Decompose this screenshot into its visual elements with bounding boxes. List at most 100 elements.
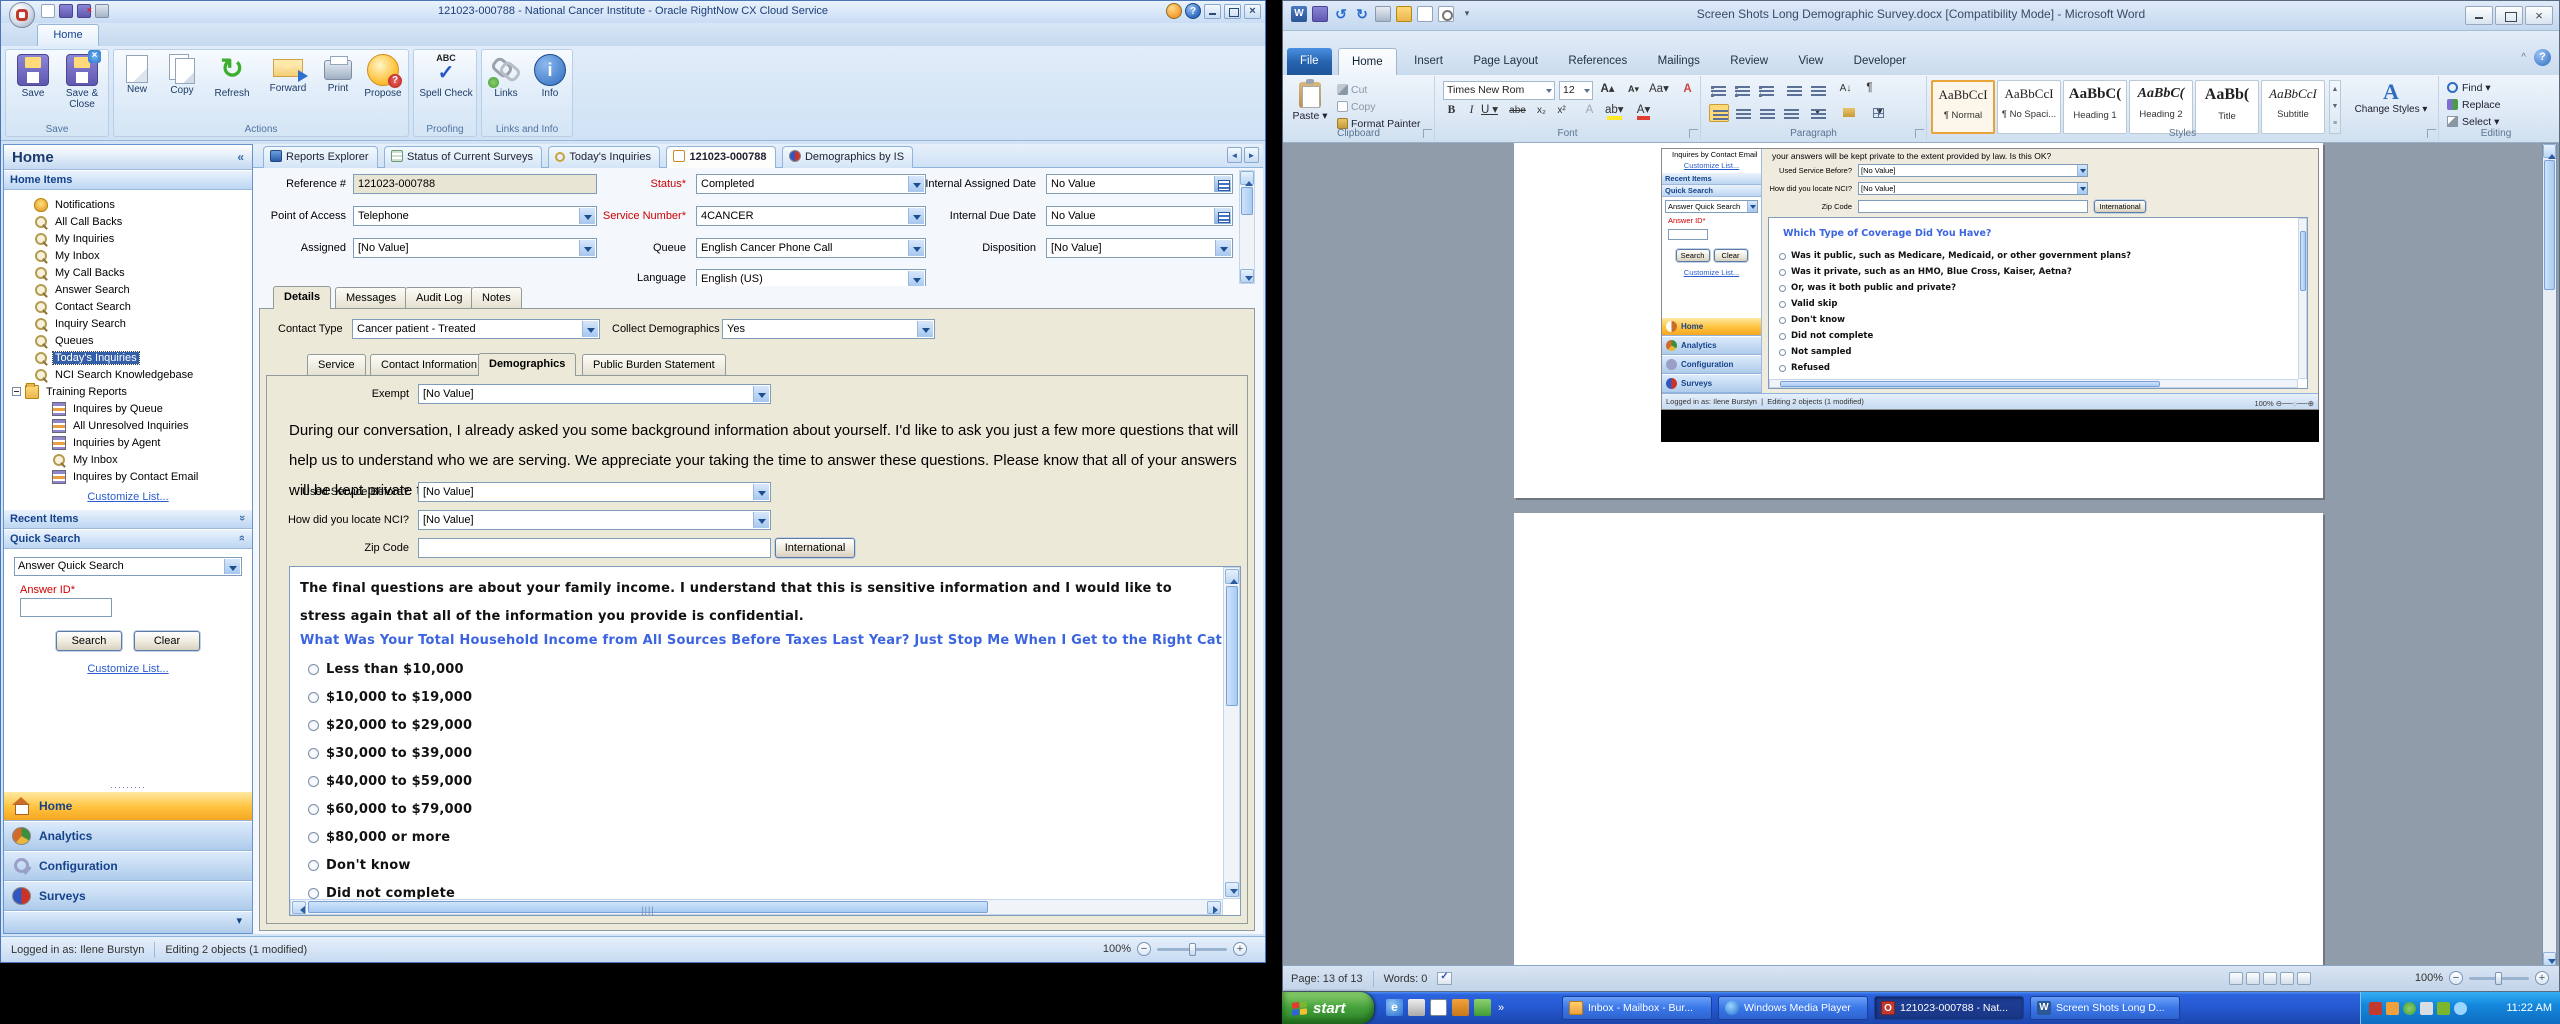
strikethrough-button[interactable]: abe bbox=[1509, 102, 1526, 120]
sidebar-item-contact-search[interactable]: Contact Search bbox=[4, 298, 252, 315]
minimize-button[interactable] bbox=[2465, 6, 2493, 25]
internal-assigned-date-field[interactable]: No Value bbox=[1046, 174, 1233, 194]
save-icon[interactable] bbox=[59, 4, 73, 18]
collapse-ribbon-icon[interactable]: ^ bbox=[2521, 52, 2526, 63]
sidebar-item-inquiries-by-agent[interactable]: Inquiries by Agent bbox=[4, 434, 252, 451]
links-button[interactable]: Links bbox=[484, 53, 528, 99]
zoom-out-button[interactable]: − bbox=[2449, 971, 2463, 985]
taskbar-button-inbox[interactable]: Inbox - Mailbox - Bur... bbox=[1562, 996, 1712, 1020]
close-button[interactable] bbox=[2525, 6, 2553, 25]
font-size-select[interactable]: 12 bbox=[1559, 81, 1593, 100]
chevron-down-icon[interactable] bbox=[753, 484, 769, 500]
scroll-up-icon[interactable] bbox=[1225, 569, 1239, 584]
scroll-thumb[interactable] bbox=[1241, 187, 1253, 215]
contact-type-select[interactable]: Cancer patient - Treated bbox=[352, 319, 600, 339]
dialog-launcher-icon[interactable] bbox=[1915, 129, 1924, 138]
propose-button[interactable]: ? Propose bbox=[360, 53, 406, 99]
style-subtitle[interactable]: AaBbCcI Subtitle bbox=[2261, 80, 2325, 134]
sidebar-item-inquires-by-contact-email[interactable]: Inquires by Contact Email bbox=[4, 468, 252, 485]
zoom-in-button[interactable]: + bbox=[1233, 942, 1247, 956]
language-select[interactable]: English (US) bbox=[696, 269, 926, 286]
subscript-button[interactable]: x₂ bbox=[1533, 102, 1550, 120]
zoom-in-button[interactable]: + bbox=[2535, 971, 2549, 985]
quick-search-header[interactable]: Quick Search» bbox=[4, 529, 252, 549]
scroll-down-icon[interactable] bbox=[1240, 269, 1254, 283]
tab-scroll-left[interactable]: ◄ bbox=[1227, 147, 1242, 163]
styles-scroll[interactable]: ▲ ▼ ≡ bbox=[2329, 80, 2341, 134]
borders-button[interactable]: ▾ bbox=[1871, 104, 1888, 122]
nav-analytics[interactable]: Analytics bbox=[4, 821, 252, 851]
tab-todays-inquiries[interactable]: Today's Inquiries bbox=[548, 146, 660, 168]
collapse-icon[interactable]: « bbox=[237, 150, 244, 164]
tab-notes[interactable]: Notes bbox=[471, 287, 522, 309]
bullets-button[interactable] bbox=[1709, 82, 1726, 100]
collapse-icon[interactable]: » bbox=[236, 535, 248, 541]
draft-icon[interactable] bbox=[2297, 972, 2311, 985]
tab-review[interactable]: Review bbox=[1717, 48, 1781, 75]
collapse-minus-icon[interactable] bbox=[12, 387, 21, 396]
grow-font-button[interactable]: A▴ bbox=[1599, 81, 1616, 99]
scroll-thumb[interactable] bbox=[1226, 586, 1238, 706]
tray-icon[interactable] bbox=[2369, 1001, 2382, 1015]
radio-option[interactable]: Less than $10,000 bbox=[326, 662, 464, 677]
radio-option[interactable]: $40,000 to $59,000 bbox=[326, 774, 472, 789]
income-horizontal-scrollbar[interactable]: |||| bbox=[290, 899, 1223, 915]
chevron-down-icon[interactable] bbox=[908, 176, 924, 192]
change-case-button[interactable]: Aa▾ bbox=[1649, 81, 1669, 99]
tab-scroll-right[interactable]: ► bbox=[1244, 147, 1259, 163]
forward-button[interactable]: Forward bbox=[260, 53, 316, 94]
tab-reports-explorer[interactable]: Reports Explorer bbox=[263, 146, 378, 168]
tab-contact-information[interactable]: Contact Information bbox=[370, 354, 488, 376]
help-icon[interactable]: ? bbox=[2534, 49, 2551, 66]
align-right-button[interactable] bbox=[1757, 104, 1777, 122]
radio-icon[interactable] bbox=[308, 832, 319, 843]
tray-icon[interactable] bbox=[2420, 1001, 2433, 1015]
customize-list-link[interactable]: Customize List... bbox=[4, 491, 252, 503]
tab-audit-log[interactable]: Audit Log bbox=[405, 287, 474, 309]
tab-demographics[interactable]: Demographics bbox=[478, 353, 577, 376]
save-button[interactable]: Save bbox=[10, 53, 56, 99]
restore-button[interactable] bbox=[2495, 6, 2523, 25]
italic-button[interactable]: I bbox=[1463, 102, 1480, 120]
status-select[interactable]: Completed bbox=[696, 174, 926, 194]
tab-details[interactable]: Details bbox=[273, 286, 332, 309]
tab-public-burden-statement[interactable]: Public Burden Statement bbox=[582, 354, 726, 376]
service-number-select[interactable]: 4CANCER bbox=[696, 206, 926, 226]
help-button[interactable]: ? bbox=[1185, 3, 1201, 19]
scroll-thumb[interactable] bbox=[2544, 160, 2555, 290]
tab-status-of-current-surveys[interactable]: Status of Current Surveys bbox=[384, 146, 542, 168]
tab-references[interactable]: References bbox=[1555, 48, 1640, 75]
app-orb-icon[interactable] bbox=[9, 2, 35, 28]
sidebar-item-my-inquiries[interactable]: My Inquiries bbox=[4, 230, 252, 247]
style-heading-1[interactable]: AaBbC(Heading 1 bbox=[2063, 80, 2127, 134]
spell-status-icon[interactable] bbox=[1437, 971, 1453, 985]
clock[interactable]: 11:22 AM bbox=[2506, 1002, 2552, 1014]
radio-icon[interactable] bbox=[308, 720, 319, 731]
dialog-launcher-icon[interactable] bbox=[2427, 129, 2436, 138]
tab-demographics-by-is[interactable]: Demographics by IS bbox=[781, 146, 914, 168]
new-button[interactable]: New bbox=[116, 53, 158, 95]
outline-icon[interactable] bbox=[2280, 972, 2294, 985]
disposition-select[interactable]: [No Value] bbox=[1046, 238, 1233, 258]
sidebar-item-all-unresolved-inquiries[interactable]: All Unresolved Inquiries bbox=[4, 417, 252, 434]
tab-service[interactable]: Service bbox=[307, 354, 366, 376]
quick-launch-icon[interactable] bbox=[1452, 999, 1469, 1016]
radio-option[interactable]: $30,000 to $39,000 bbox=[326, 746, 472, 761]
scroll-right-icon[interactable] bbox=[1207, 901, 1221, 914]
taskbar-button-rightnow[interactable]: O 121023-000788 - Nat... bbox=[1874, 996, 2024, 1020]
nav-more-button[interactable] bbox=[4, 911, 252, 933]
splitter-grip[interactable]: ········· bbox=[4, 783, 252, 792]
sidebar-item-my-inbox-report[interactable]: My Inbox bbox=[4, 451, 252, 468]
tab-file[interactable]: File bbox=[1287, 48, 1332, 75]
chevron-down-icon[interactable] bbox=[908, 271, 924, 286]
find-button[interactable]: Find ▾ bbox=[2447, 82, 2491, 94]
full-screen-icon[interactable] bbox=[2246, 972, 2260, 985]
clear-formatting-button[interactable]: A bbox=[1679, 81, 1696, 99]
tab-view[interactable]: View bbox=[1785, 48, 1836, 75]
clear-button[interactable]: Clear bbox=[134, 631, 200, 651]
tray-icon[interactable] bbox=[2386, 1001, 2399, 1015]
customize-list-link[interactable]: Customize List... bbox=[4, 663, 252, 675]
chevron-down-icon[interactable] bbox=[224, 559, 240, 574]
paste-button[interactable]: Paste ▾ bbox=[1289, 79, 1331, 132]
refresh-button[interactable]: ↻ Refresh bbox=[206, 53, 258, 100]
